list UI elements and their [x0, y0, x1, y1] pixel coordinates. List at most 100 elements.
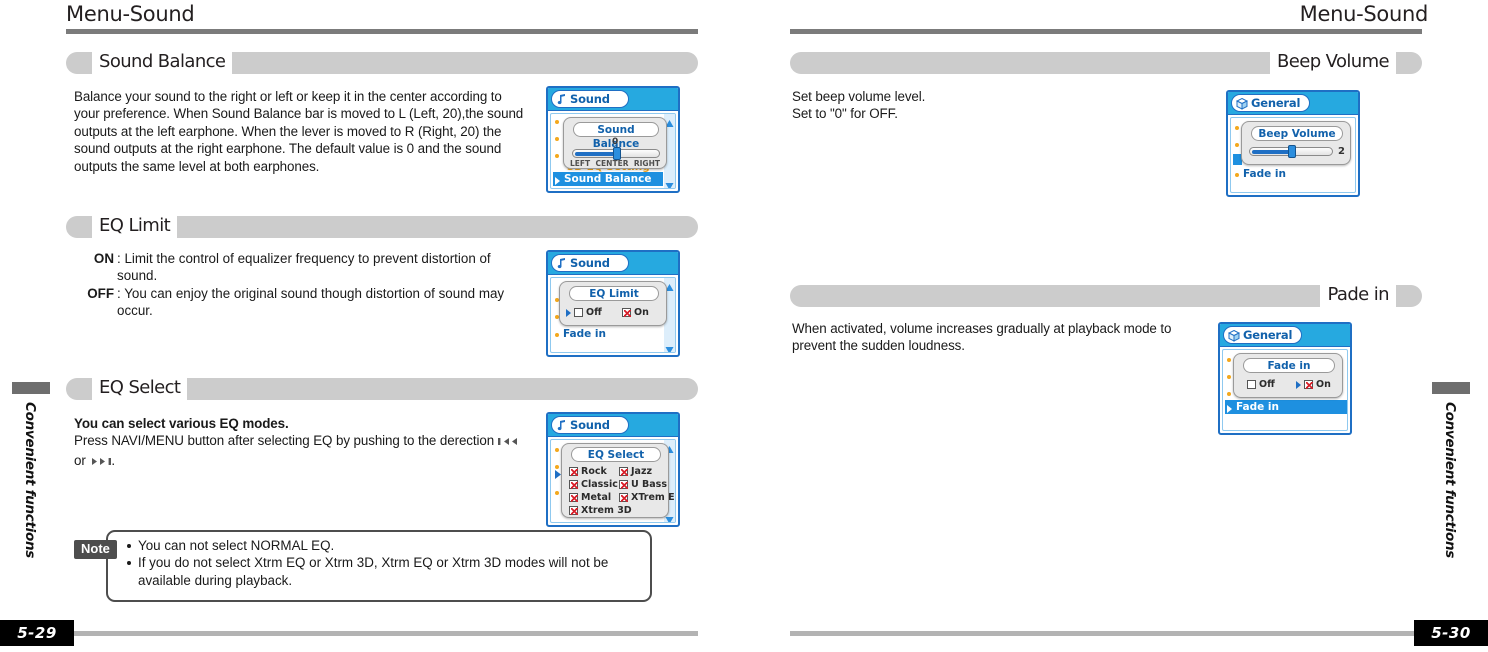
eq-mode-xtrem-3d[interactable]: Xtrem 3D	[569, 505, 632, 516]
eq-mode-jazz[interactable]: Jazz	[619, 466, 652, 477]
section-header-pade-in: Pade in	[790, 282, 1422, 308]
checkbox-classic[interactable]	[569, 480, 578, 489]
option-label: On	[634, 307, 649, 318]
popup-title: Fade in	[1243, 358, 1335, 373]
option-on[interactable]: On	[622, 307, 649, 318]
eq-limit-definitions: ON : Limit the control of equalizer freq…	[80, 250, 525, 320]
device-title-text: Sound	[570, 418, 610, 432]
footer-rule	[790, 631, 1414, 636]
checkbox-off[interactable]	[1247, 380, 1256, 389]
popup-title: EQ Select	[571, 447, 661, 462]
definition-row-off: OFF : You can enjoy the original sound t…	[80, 285, 525, 320]
balance-scale-center: CENTER	[595, 159, 629, 168]
scroll-down-icon[interactable]	[665, 342, 674, 352]
eq-mode-label: Rock	[581, 466, 607, 477]
checkbox-metal[interactable]	[569, 493, 578, 502]
device-titlebar: General	[1228, 92, 1358, 115]
eq-mode-classic[interactable]: Classic	[569, 479, 618, 490]
device-titlebar: Sound	[548, 414, 678, 437]
device-selected-row[interactable]: Fade in	[1225, 400, 1347, 417]
header-rule	[790, 29, 1422, 34]
definition-row-on: ON : Limit the control of equalizer freq…	[80, 250, 525, 285]
footer-right: 5-30	[790, 620, 1488, 646]
eq-select-or: or	[74, 452, 86, 468]
device-title-text: Sound	[570, 256, 610, 270]
cursor-caret-icon	[555, 175, 560, 188]
device-row-label: Fade in	[1243, 168, 1287, 180]
scroll-down-icon[interactable]	[665, 178, 674, 188]
music-note-icon	[556, 419, 567, 431]
section-header-beep-volume: Beep Volume	[790, 49, 1422, 75]
footer-rule	[74, 631, 698, 636]
music-note-icon	[556, 93, 567, 105]
device-title-pill: General	[1231, 94, 1311, 112]
device-screen-beep-volume: General Fade in Beep Volume 2	[1226, 90, 1360, 197]
cursor-caret-icon	[1227, 403, 1232, 417]
next-track-icon	[89, 454, 112, 471]
checkbox-rock[interactable]	[569, 467, 578, 476]
device-title-pill: Sound	[551, 254, 629, 272]
note-item: If you do not select Xtrm EQ or Xtrm 3D,…	[126, 554, 646, 589]
device-title-pill: General	[1223, 326, 1303, 344]
checkbox-u-bass[interactable]	[619, 480, 628, 489]
balance-slider[interactable]	[572, 147, 660, 160]
checkbox-on[interactable]	[1304, 380, 1313, 389]
cube-icon	[1227, 329, 1241, 342]
device-selected-row-label: Fade in	[1236, 401, 1280, 413]
device-row-fade-in[interactable]: Fade in	[1235, 168, 1286, 181]
device-screen-eq-limit: Sound Fade in EQ Limit Off On	[546, 250, 680, 357]
checkbox-on[interactable]	[622, 308, 631, 317]
music-note-icon	[556, 257, 567, 269]
balance-value: 0	[612, 137, 619, 147]
page-title: Menu-Sound	[1299, 2, 1429, 26]
beep-volume-slider-fill	[1252, 150, 1290, 154]
option-off[interactable]: Off	[566, 307, 602, 318]
side-tab-label: Convenient functions	[1442, 402, 1458, 559]
device-title-pill: Sound	[551, 90, 629, 108]
beep-volume-line1: Set beep volume level.	[792, 89, 926, 104]
device-row-fade-in[interactable]: Fade in	[555, 328, 606, 341]
beep-volume-slider[interactable]	[1249, 145, 1333, 158]
device-selected-row[interactable]: Sound Balance	[553, 172, 663, 186]
section-header-eq-select: EQ Select	[66, 375, 698, 401]
device-body: 3D EQ Setting Sound Balance Sound Balanc…	[550, 113, 676, 189]
page-number: 5-30	[1414, 620, 1488, 646]
checkbox-xtrem-eq[interactable]	[619, 493, 628, 502]
device-popup-sound-balance: Sound Balance 0 LEFT CENTER RIGHT	[563, 117, 667, 169]
option-off[interactable]: Off	[1247, 379, 1275, 390]
option-label: On	[1316, 379, 1331, 390]
previous-track-icon	[497, 434, 520, 451]
device-titlebar: Sound	[548, 88, 678, 111]
checkbox-off[interactable]	[574, 308, 583, 317]
eq-mode-rock[interactable]: Rock	[569, 466, 607, 477]
eq-mode-label: XTrem EQ	[631, 492, 675, 503]
eq-mode-xtrem-eq[interactable]: XTrem EQ	[619, 492, 675, 503]
device-titlebar: General	[1220, 324, 1350, 347]
left-page: Menu-Sound Sound Balance Balance your so…	[0, 0, 744, 652]
checkbox-jazz[interactable]	[619, 467, 628, 476]
bullet-icon	[555, 332, 559, 337]
cursor-caret-icon	[1296, 380, 1301, 389]
beep-volume-value: 2	[1338, 146, 1345, 157]
footer-left: 5-29	[0, 620, 698, 646]
eq-select-instruction: Press NAVI/MENU button after selecting E…	[74, 433, 495, 449]
beep-volume-slider-knob[interactable]	[1288, 145, 1296, 158]
note-items: You can not select NORMAL EQ. If you do …	[126, 537, 646, 589]
device-body: Fade in Beep Volume 2	[1230, 117, 1356, 193]
popup-title: Sound Balance	[573, 122, 659, 150]
bullet-icon	[1235, 172, 1239, 177]
cube-icon	[1235, 97, 1249, 110]
definition-term: OFF	[87, 285, 114, 301]
popup-title: Beep Volume	[1251, 126, 1343, 141]
checkbox-xtrem-3d[interactable]	[569, 506, 578, 515]
eq-mode-metal[interactable]: Metal	[569, 492, 611, 503]
eq-mode-u-bass[interactable]: U Bass	[619, 479, 667, 490]
device-body: Fade in Fade in Off On	[1222, 349, 1348, 431]
side-tab-cap	[12, 382, 50, 394]
note-tag: Note	[74, 540, 117, 559]
eq-select-lead: You can select various EQ modes.	[74, 416, 289, 431]
section-header-eq-limit: EQ Limit	[66, 213, 698, 239]
eq-mode-label: Metal	[581, 492, 612, 503]
device-title-text: Sound	[570, 92, 610, 106]
option-on[interactable]: On	[1296, 379, 1331, 390]
